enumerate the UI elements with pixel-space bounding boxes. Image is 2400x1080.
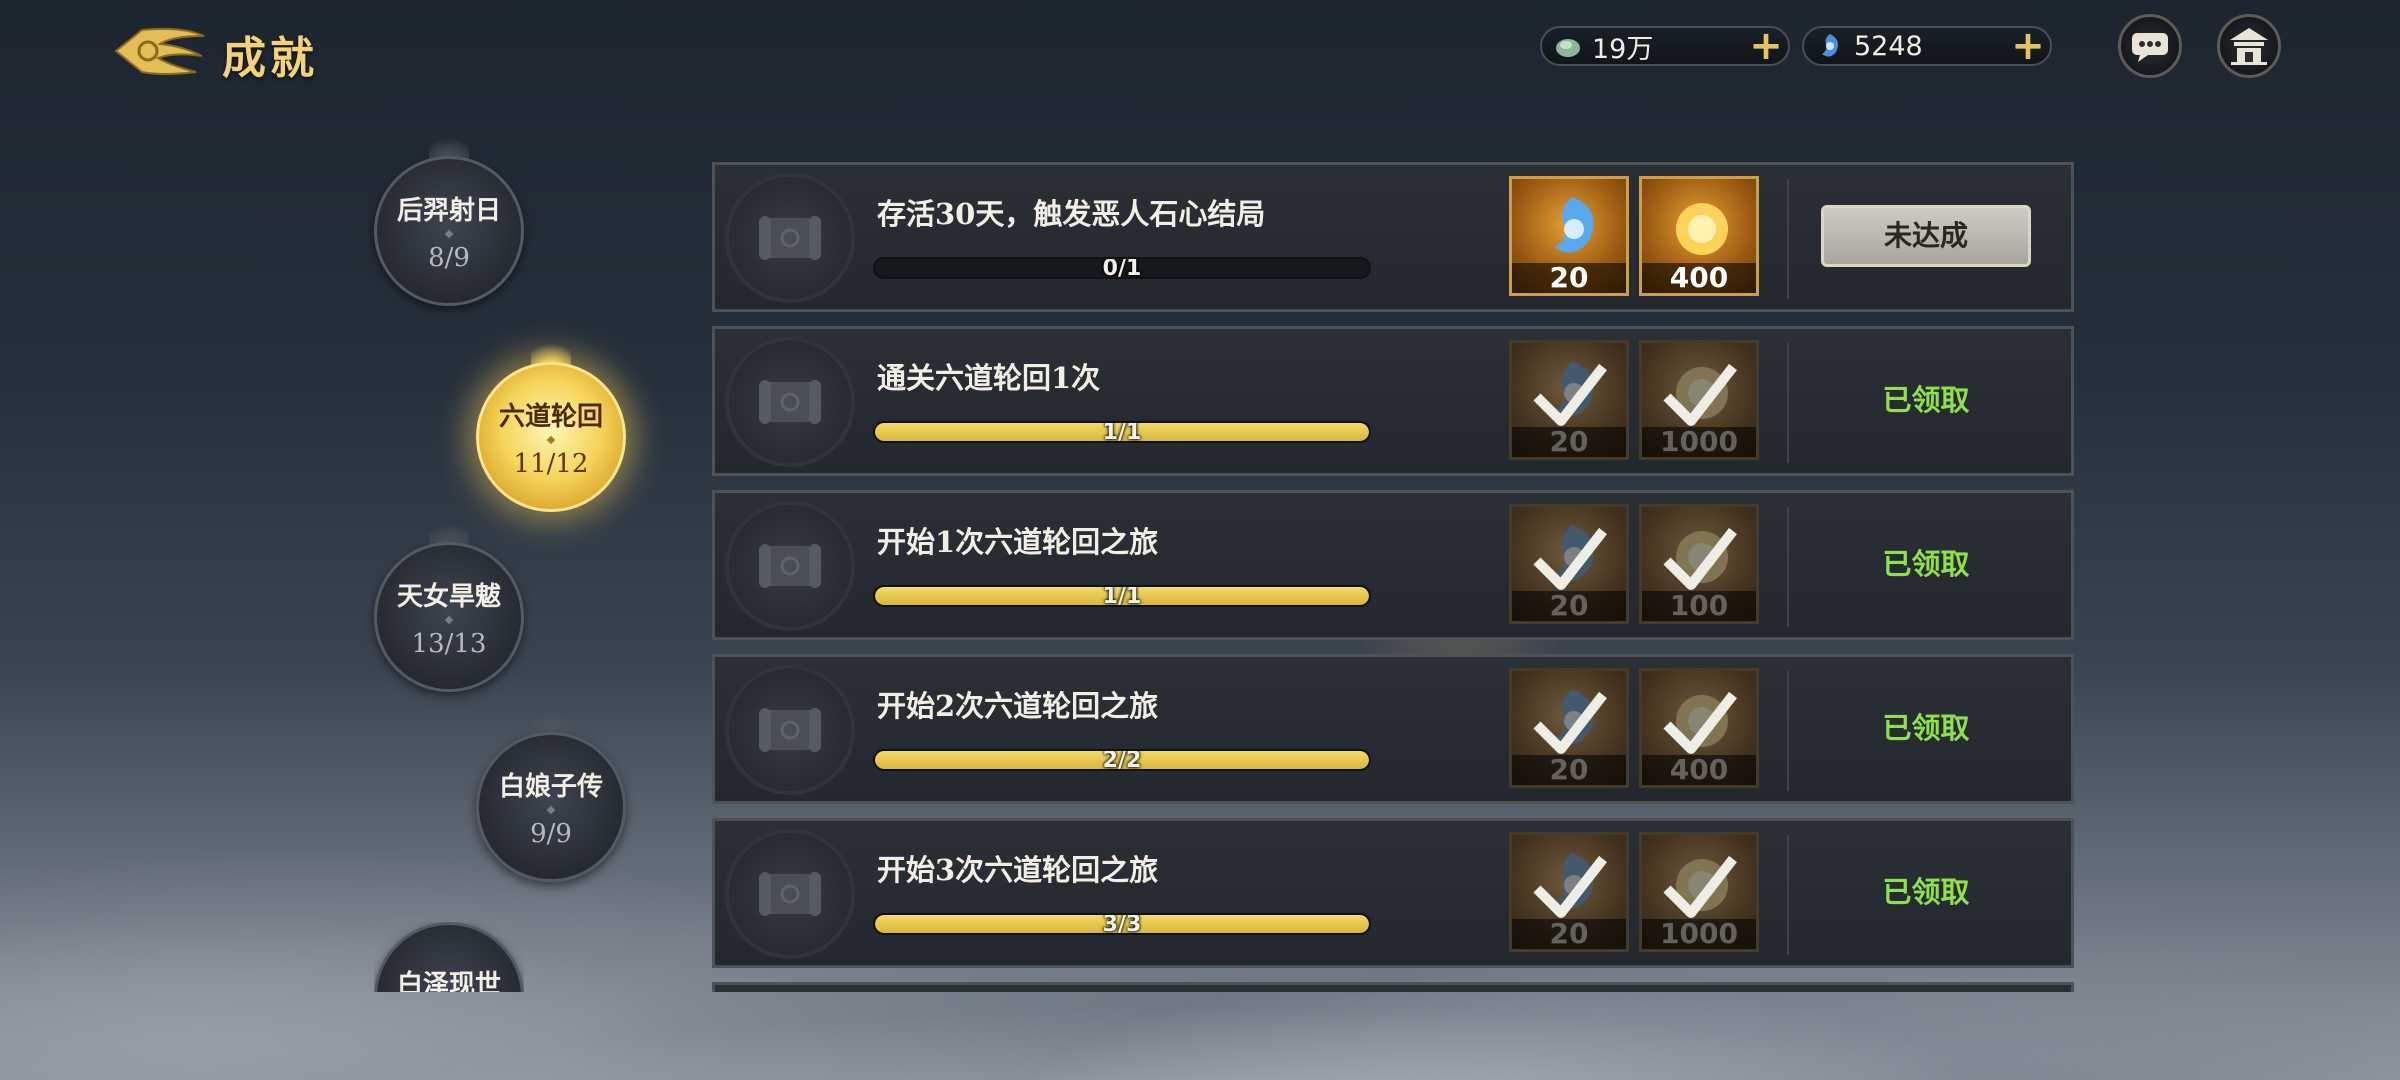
jade-currency-value: 19万	[1592, 33, 1654, 65]
reward-item: 20	[1509, 340, 1629, 460]
reward-quantity: 20	[1512, 263, 1626, 293]
category-name: 天女旱魃	[396, 581, 501, 612]
category-celestial-drought[interactable]: 天女旱魃 13/13	[374, 516, 524, 692]
reward-item: 20	[1509, 504, 1629, 624]
spirit-gem-icon	[1554, 361, 1594, 417]
achievement-list[interactable]: 存活30天，触发恶人石心结局 0/1 20 400 未达成 通关六道轮回1次 1…	[712, 162, 2074, 992]
back-button[interactable]	[112, 22, 208, 80]
gold-coin-icon	[1676, 695, 1728, 747]
progress-bar: 2/2	[873, 749, 1371, 771]
row-divider	[1787, 507, 1789, 627]
achievement-title: 存活30天，触发恶人石心结局	[877, 197, 1266, 231]
scroll-emblem-icon	[725, 173, 855, 303]
category-count: 13/13	[411, 628, 487, 659]
spirit-gem-icon	[1554, 853, 1594, 909]
category-count: 9/9	[530, 818, 572, 849]
progress-text: 1/1	[1102, 421, 1142, 443]
category-six-paths[interactable]: 六道轮回 11/12	[476, 336, 626, 512]
row-divider	[1787, 343, 1789, 463]
chat-icon	[2132, 33, 2168, 62]
progress-text: 3/3	[1102, 913, 1142, 935]
reward-quantity: 1000	[1642, 427, 1756, 457]
spirit-gem-icon	[1554, 689, 1594, 745]
reward-quantity: 400	[1642, 755, 1756, 785]
scroll-emblem-icon	[725, 337, 855, 467]
reward-item: 1000	[1639, 340, 1759, 460]
reward-item[interactable]: 20	[1509, 176, 1629, 296]
add-jade-button[interactable]: +	[1746, 26, 1786, 66]
jade-currency-icon	[1556, 39, 1580, 57]
reward-quantity: 100	[1642, 591, 1756, 621]
achievement-title: 开始2次六道轮回之旅	[877, 689, 1159, 723]
progress-bar: 1/1	[873, 585, 1371, 607]
pavilion-icon	[2230, 28, 2268, 65]
reward-quantity: 20	[1512, 591, 1626, 621]
progress-text: 1/1	[1102, 585, 1142, 607]
gold-coin-icon	[1676, 531, 1728, 583]
reward-item: 20	[1509, 668, 1629, 788]
progress-bar: 0/1	[873, 257, 1371, 279]
category-hou-yi[interactable]: 后羿射日 8/9	[374, 130, 524, 306]
claimed-label: 已领取	[1882, 547, 1970, 581]
category-name: 后羿射日	[396, 195, 501, 226]
add-spirit-gem-button[interactable]: +	[2008, 26, 2048, 66]
achievement-row: 通关六道轮回1次 1/1 20 1000 已领取	[712, 326, 2074, 476]
spirit-gem-currency-display: 5248 +	[1802, 26, 2052, 66]
reward-item: 20	[1509, 832, 1629, 952]
achievement-title: 通关六道轮回1次	[877, 361, 1101, 395]
gold-coin-icon	[1676, 367, 1728, 419]
scroll-emblem-icon	[725, 501, 855, 631]
category-name: 六道轮回	[498, 401, 603, 432]
jade-currency-display: 19万 +	[1540, 26, 1790, 66]
spirit-gem-value: 5248	[1854, 30, 1923, 62]
gold-coin-icon	[1676, 203, 1728, 255]
progress-bar: 3/3	[873, 913, 1371, 935]
reward-quantity: 20	[1512, 919, 1626, 949]
reward-item: 100	[1639, 504, 1759, 624]
achievement-row: 开始3次六道轮回之旅 3/3 20 1000 已领取	[712, 818, 2074, 968]
page-title: 成就	[222, 33, 318, 84]
achievement-title: 开始1次六道轮回之旅	[877, 525, 1159, 559]
reward-item: 1000	[1639, 832, 1759, 952]
spirit-gem-icon	[1822, 34, 1838, 57]
achievement-row: 存活30天，触发恶人石心结局 0/1 20 400 未达成	[712, 162, 2074, 312]
not-achieved-button[interactable]: 未达成	[1821, 205, 2031, 267]
category-bai-ze[interactable]: 白泽现世	[374, 922, 524, 992]
reward-quantity: 20	[1512, 427, 1626, 457]
claimed-label: 已领取	[1882, 383, 1970, 417]
row-divider	[1787, 835, 1789, 955]
progress-bar: 1/1	[873, 421, 1371, 443]
progress-text: 0/1	[1102, 257, 1142, 279]
spirit-gem-icon	[1554, 525, 1594, 581]
category-count: 11/12	[513, 448, 589, 479]
scroll-emblem-icon	[725, 665, 855, 795]
category-white-snake[interactable]: 白娘子传 9/9	[476, 706, 626, 882]
home-button[interactable]	[2217, 14, 2281, 78]
chat-button[interactable]	[2118, 14, 2182, 78]
row-divider	[1787, 179, 1789, 299]
gold-coin-icon	[1676, 859, 1728, 911]
category-count: 8/9	[428, 242, 470, 273]
claimed-label: 已领取	[1882, 875, 1970, 909]
achievement-row: 开始2次六道轮回之旅 2/2 20 400 已领取	[712, 654, 2074, 804]
achievement-row: 开始1次六道轮回之旅 1/1 20 100 已领取	[712, 490, 2074, 640]
claimed-label: 已领取	[1882, 711, 1970, 745]
cloud-back-icon	[114, 27, 205, 75]
category-name: 白泽现世	[396, 970, 501, 992]
reward-quantity: 400	[1642, 263, 1756, 293]
reward-quantity: 20	[1512, 755, 1626, 785]
category-name: 白娘子传	[498, 771, 603, 802]
reward-item[interactable]: 400	[1639, 176, 1759, 296]
scroll-emblem-icon	[725, 829, 855, 959]
reward-quantity: 1000	[1642, 919, 1756, 949]
progress-text: 2/2	[1102, 749, 1142, 771]
achievement-title: 开始3次六道轮回之旅	[877, 853, 1159, 887]
row-divider	[1787, 671, 1789, 791]
reward-item: 400	[1639, 668, 1759, 788]
achievement-row-partial	[712, 982, 2074, 992]
spirit-gem-icon	[1554, 197, 1594, 253]
